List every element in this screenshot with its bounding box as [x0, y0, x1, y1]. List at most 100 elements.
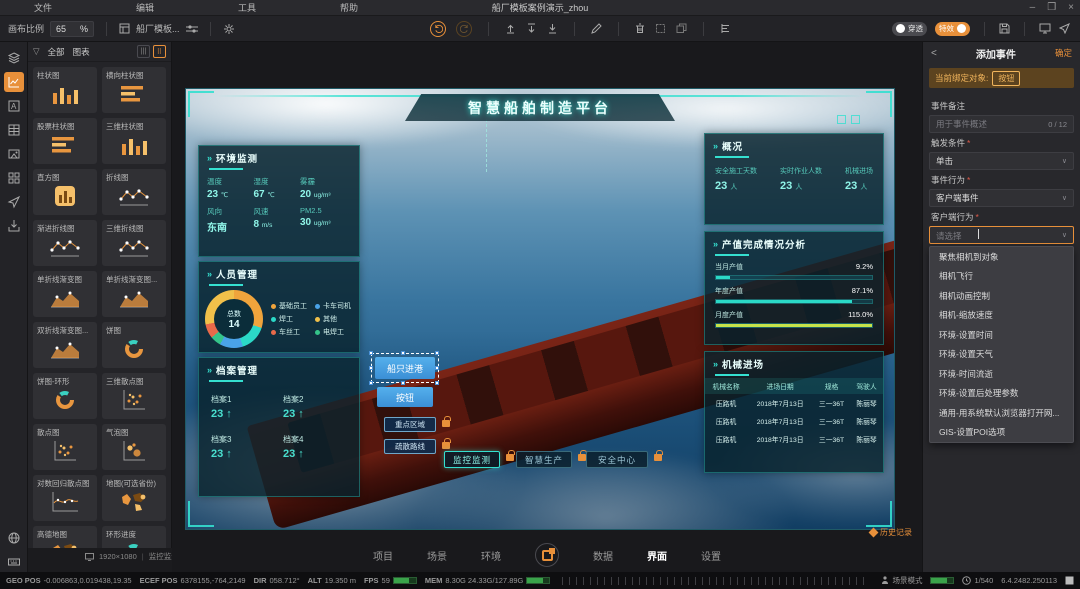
preview-monitor-icon[interactable]: [1039, 23, 1051, 34]
chart-thumbnail-icon: [106, 338, 162, 360]
pierce-toggle[interactable]: 穿透: [892, 22, 927, 36]
charts-icon[interactable]: [4, 72, 24, 92]
dropdown-option[interactable]: 环境-时间流逝: [930, 364, 1073, 384]
chart-card[interactable]: 饼图-环形: [33, 373, 97, 419]
dropdown-option[interactable]: 相机飞行: [930, 267, 1073, 287]
key-area-button[interactable]: 重点区域: [384, 417, 436, 432]
machinery-row: 压路机2018年7月13日三一36T陈丽琴: [705, 430, 883, 448]
layers-icon[interactable]: [4, 48, 24, 68]
chart-card[interactable]: 散点图: [33, 424, 97, 470]
bottom-nav-item[interactable]: 项目: [373, 548, 393, 563]
altitude: 19.350 m: [325, 576, 356, 585]
bottom-nav-item[interactable]: 环境: [481, 548, 501, 563]
redo-button[interactable]: [456, 21, 472, 37]
chart-card[interactable]: 单折线渐变图: [33, 271, 97, 317]
chart-card[interactable]: 股票柱状图: [33, 118, 97, 164]
copy-icon[interactable]: [676, 23, 687, 34]
dropdown-option[interactable]: 相机-缩放速度: [930, 306, 1073, 326]
chart-card[interactable]: 单折线渐变图...: [102, 271, 166, 317]
chart-card[interactable]: 横向柱状图: [102, 67, 166, 113]
smart-production-button[interactable]: 智慧生产: [516, 451, 572, 468]
timeline-ruler[interactable]: [562, 577, 869, 585]
gear-icon[interactable]: [223, 23, 235, 35]
maximize-icon[interactable]: ❒: [1047, 3, 1056, 13]
import-icon[interactable]: [526, 23, 537, 34]
scene-mode[interactable]: 场景模式: [892, 575, 922, 586]
keyboard-icon[interactable]: [4, 552, 24, 572]
list-view-icon[interactable]: |||: [137, 45, 150, 58]
plain-button-widget[interactable]: 按钮: [377, 387, 433, 407]
trash-icon[interactable]: [635, 23, 645, 34]
chart-card[interactable]: 气泡图: [102, 424, 166, 470]
filter-icon[interactable]: ▽: [33, 46, 40, 57]
history-badge[interactable]: 历史记录: [870, 527, 912, 538]
chevron-down-icon: ∨: [1062, 231, 1067, 239]
app-logo-icon[interactable]: [535, 543, 559, 567]
chart-card[interactable]: 三维折线图: [102, 220, 166, 266]
chart-card[interactable]: 三维散点图: [102, 373, 166, 419]
publish-icon[interactable]: [1059, 23, 1070, 34]
bottom-nav-item[interactable]: 设置: [701, 548, 721, 563]
close-icon[interactable]: ×: [1068, 3, 1074, 13]
dropdown-option[interactable]: 环境-设置时间: [930, 325, 1073, 345]
grid-view-icon[interactable]: ⠿: [153, 45, 166, 58]
chart-card[interactable]: 地图(可选省份): [102, 475, 166, 521]
machinery-panel: »机械进场 机械名称进场日期规格驾驶人 压路机2018年7月13日三一36T陈丽…: [704, 351, 884, 473]
chart-card[interactable]: 双折线渐变图...: [33, 322, 97, 368]
bottom-nav-item[interactable]: 界面: [647, 548, 667, 563]
chart-card[interactable]: 三维柱状图: [102, 118, 166, 164]
minimize-icon[interactable]: –: [1030, 3, 1036, 13]
save-icon[interactable]: [999, 23, 1010, 34]
dropdown-option[interactable]: 聚焦相机到对象: [930, 247, 1073, 267]
monitor-tab-button[interactable]: 监控监测: [444, 451, 500, 468]
undo-button[interactable]: [430, 21, 446, 37]
download-icon[interactable]: [547, 23, 558, 34]
chart-card[interactable]: 渐进折线图: [33, 220, 97, 266]
table-icon[interactable]: [4, 120, 24, 140]
confirm-button[interactable]: 确定: [1055, 47, 1072, 59]
client-behavior-input[interactable]: 请选择 ∨: [929, 226, 1074, 244]
plane-icon[interactable]: [4, 192, 24, 212]
trigger-select[interactable]: 单击 ∨: [929, 152, 1074, 170]
chart-card[interactable]: 折线图: [102, 169, 166, 215]
chart-card[interactable]: 直方图: [33, 169, 97, 215]
canvas-scale-input[interactable]: 65%: [50, 21, 94, 37]
template-tab[interactable]: 船厂模板...: [136, 22, 180, 35]
chart-card[interactable]: 对数回归散点图: [33, 475, 97, 521]
tab-charts[interactable]: 图表: [73, 46, 90, 58]
chart-card[interactable]: 高德地图: [33, 526, 97, 548]
widgets-icon[interactable]: [4, 168, 24, 188]
legend-item: 电焊工: [315, 327, 353, 337]
media-icon[interactable]: [4, 144, 24, 164]
bottom-nav-item[interactable]: 场景: [427, 548, 447, 563]
remark-input[interactable]: 用于事件概述 0 / 12: [929, 115, 1074, 133]
bottom-nav-item[interactable]: 数据: [593, 548, 613, 563]
svg-text:A: A: [11, 102, 17, 111]
sliders-icon[interactable]: [186, 24, 198, 34]
dropdown-option[interactable]: 通用-用系统默认浏览器打开网...: [930, 403, 1073, 423]
safety-center-button[interactable]: 安全中心: [586, 451, 648, 468]
chart-card[interactable]: 饼图: [102, 322, 166, 368]
dropdown-option[interactable]: 环境-设置天气: [930, 345, 1073, 365]
align-icon[interactable]: [720, 23, 731, 34]
scene-viewport[interactable]: 智慧船舶制造平台 »环境监测 温度23 ℃湿度67 ℃雾霾20 ug/m³风向东…: [185, 88, 895, 530]
panel-toggle-icon[interactable]: [1065, 576, 1074, 585]
globe-icon[interactable]: [4, 528, 24, 548]
dropdown-option[interactable]: 环境-设置后处理参数: [930, 384, 1073, 404]
dropdown-option[interactable]: 相机动画控制: [930, 286, 1073, 306]
frame-icon[interactable]: [655, 23, 666, 34]
lock-icon: [442, 420, 450, 427]
filter-all-label[interactable]: 全部: [48, 46, 65, 58]
dropdown-option[interactable]: GIS-设置POI选项: [930, 423, 1073, 443]
export-box-icon[interactable]: [4, 216, 24, 236]
upload-icon[interactable]: [505, 23, 516, 34]
behavior-select[interactable]: 客户端事件 ∨: [929, 189, 1074, 207]
brush-icon[interactable]: [591, 23, 602, 34]
effect-toggle[interactable]: 特效: [935, 22, 970, 36]
output-bar-row: 月度产值115.0%: [705, 306, 883, 330]
chart-card[interactable]: 环形进度: [102, 526, 166, 548]
editor-canvas[interactable]: 智慧船舶制造平台 »环境监测 温度23 ℃湿度67 ℃雾霾20 ug/m³风向东…: [172, 42, 922, 572]
evac-route-button[interactable]: 疏散路线: [384, 439, 436, 454]
chart-card[interactable]: 柱状图: [33, 67, 97, 113]
text-icon[interactable]: A: [4, 96, 24, 116]
